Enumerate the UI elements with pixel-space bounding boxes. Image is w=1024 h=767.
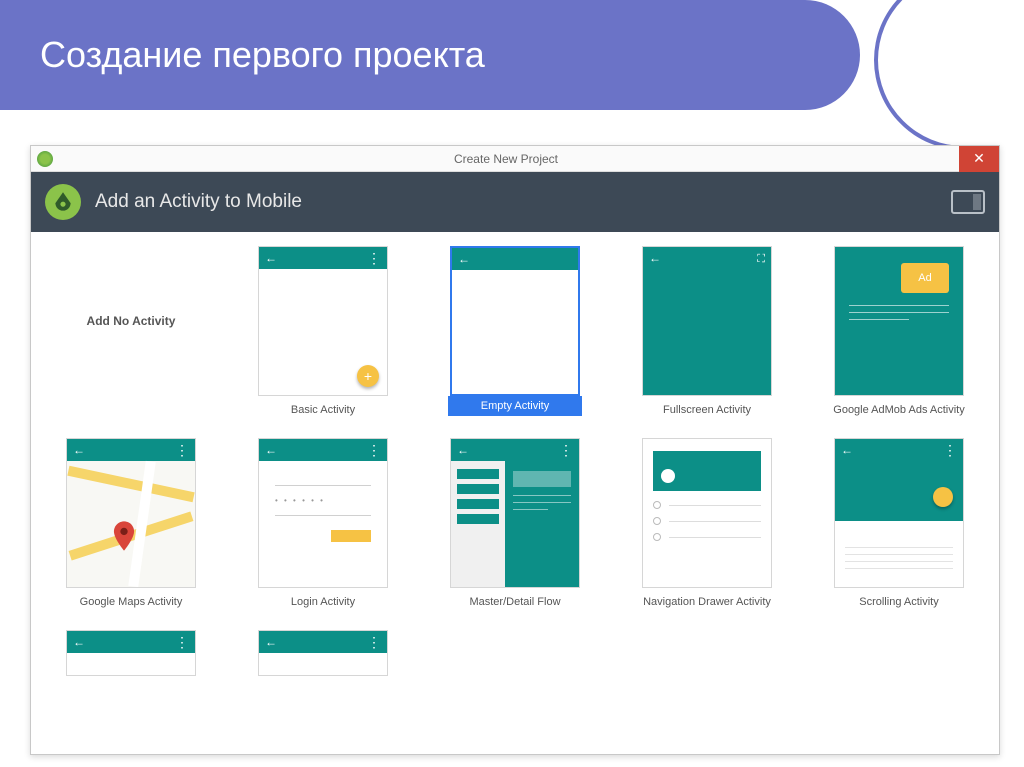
- template-label: Google Maps Activity: [80, 596, 183, 612]
- template-label: Login Activity: [291, 596, 355, 612]
- template-scrolling-activity[interactable]: ← ⋮ Scrolling Activity: [809, 438, 989, 612]
- template-empty-activity[interactable]: ← Empty Activity: [425, 246, 605, 420]
- overflow-icon: ⋮: [943, 446, 957, 454]
- template-label: Scrolling Activity: [859, 596, 938, 612]
- ad-badge: Ad: [901, 263, 949, 293]
- back-icon: ←: [265, 443, 277, 457]
- titlebar: Create New Project ✕: [31, 146, 999, 172]
- dialog-header: Add an Activity to Mobile: [31, 172, 999, 232]
- template-login-activity[interactable]: ←⋮ • • • • • • Login Activity: [233, 438, 413, 612]
- template-row-3-partial: ←⋮ ←⋮: [41, 630, 989, 676]
- template-add-no-activity[interactable]: Add No Activity: [41, 246, 221, 420]
- overflow-icon: ⋮: [175, 638, 189, 646]
- template-row-1: Add No Activity ← ⋮ + Basic Activity ← Em…: [41, 246, 989, 420]
- overflow-icon: ⋮: [175, 446, 189, 454]
- back-icon: ←: [73, 635, 85, 649]
- app-icon: [37, 151, 53, 167]
- overflow-icon: ⋮: [559, 446, 573, 454]
- template-label: Master/Detail Flow: [469, 596, 560, 612]
- overflow-icon: ⋮: [367, 254, 381, 262]
- fab-icon: +: [357, 365, 379, 387]
- back-icon: ←: [73, 443, 85, 457]
- back-icon: ←: [457, 443, 469, 457]
- map-pin-icon: [113, 521, 135, 556]
- back-icon: ←: [265, 635, 277, 649]
- template-label: Google AdMob Ads Activity: [833, 404, 964, 420]
- back-icon: ←: [649, 251, 661, 265]
- overflow-icon: ⋮: [367, 638, 381, 646]
- template-google-maps-activity[interactable]: ← ⋮ Google Maps Activity: [41, 438, 221, 612]
- window-title: Create New Project: [53, 152, 959, 166]
- slide-header: Создание первого проекта: [0, 0, 860, 110]
- device-icon: [951, 190, 985, 214]
- back-icon: ←: [458, 252, 470, 266]
- template-partial-2[interactable]: ←⋮: [233, 630, 413, 676]
- template-label: Fullscreen Activity: [663, 404, 751, 420]
- fullscreen-icon: ⛶: [757, 253, 765, 266]
- template-fullscreen-activity[interactable]: ← ⛶ Fullscreen Activity: [617, 246, 797, 420]
- template-label: Basic Activity: [291, 404, 355, 420]
- template-navigation-drawer-activity[interactable]: Navigation Drawer Activity: [617, 438, 797, 612]
- template-admob-activity[interactable]: Ad Google AdMob Ads Activity: [809, 246, 989, 420]
- template-master-detail-flow[interactable]: ← ⋮ Master/Detail Flow: [425, 438, 605, 612]
- dialog-window: Create New Project ✕ Add an Activity to …: [30, 145, 1000, 755]
- template-label: Add No Activity: [87, 314, 176, 328]
- back-icon: ←: [841, 443, 853, 457]
- template-label: Empty Activity: [448, 396, 582, 416]
- template-row-2: ← ⋮ Google Maps Activity ← ⋮: [41, 438, 989, 612]
- dialog-heading: Add an Activity to Mobile: [95, 191, 302, 213]
- fab-icon: [933, 487, 953, 507]
- android-studio-icon: [45, 184, 81, 220]
- template-gallery: Add No Activity ←⋮ + Basic Activity ← Em…: [31, 232, 999, 686]
- close-button[interactable]: ✕: [959, 146, 999, 172]
- template-label: Navigation Drawer Activity: [643, 596, 771, 612]
- back-icon: ←: [265, 251, 277, 265]
- template-basic-activity[interactable]: ← ⋮ + Basic Activity: [233, 246, 413, 420]
- slide-title: Создание первого проекта: [40, 34, 485, 76]
- overflow-icon: ⋮: [367, 446, 381, 454]
- login-submit-icon: [331, 530, 371, 542]
- template-partial-1[interactable]: ←⋮: [41, 630, 221, 676]
